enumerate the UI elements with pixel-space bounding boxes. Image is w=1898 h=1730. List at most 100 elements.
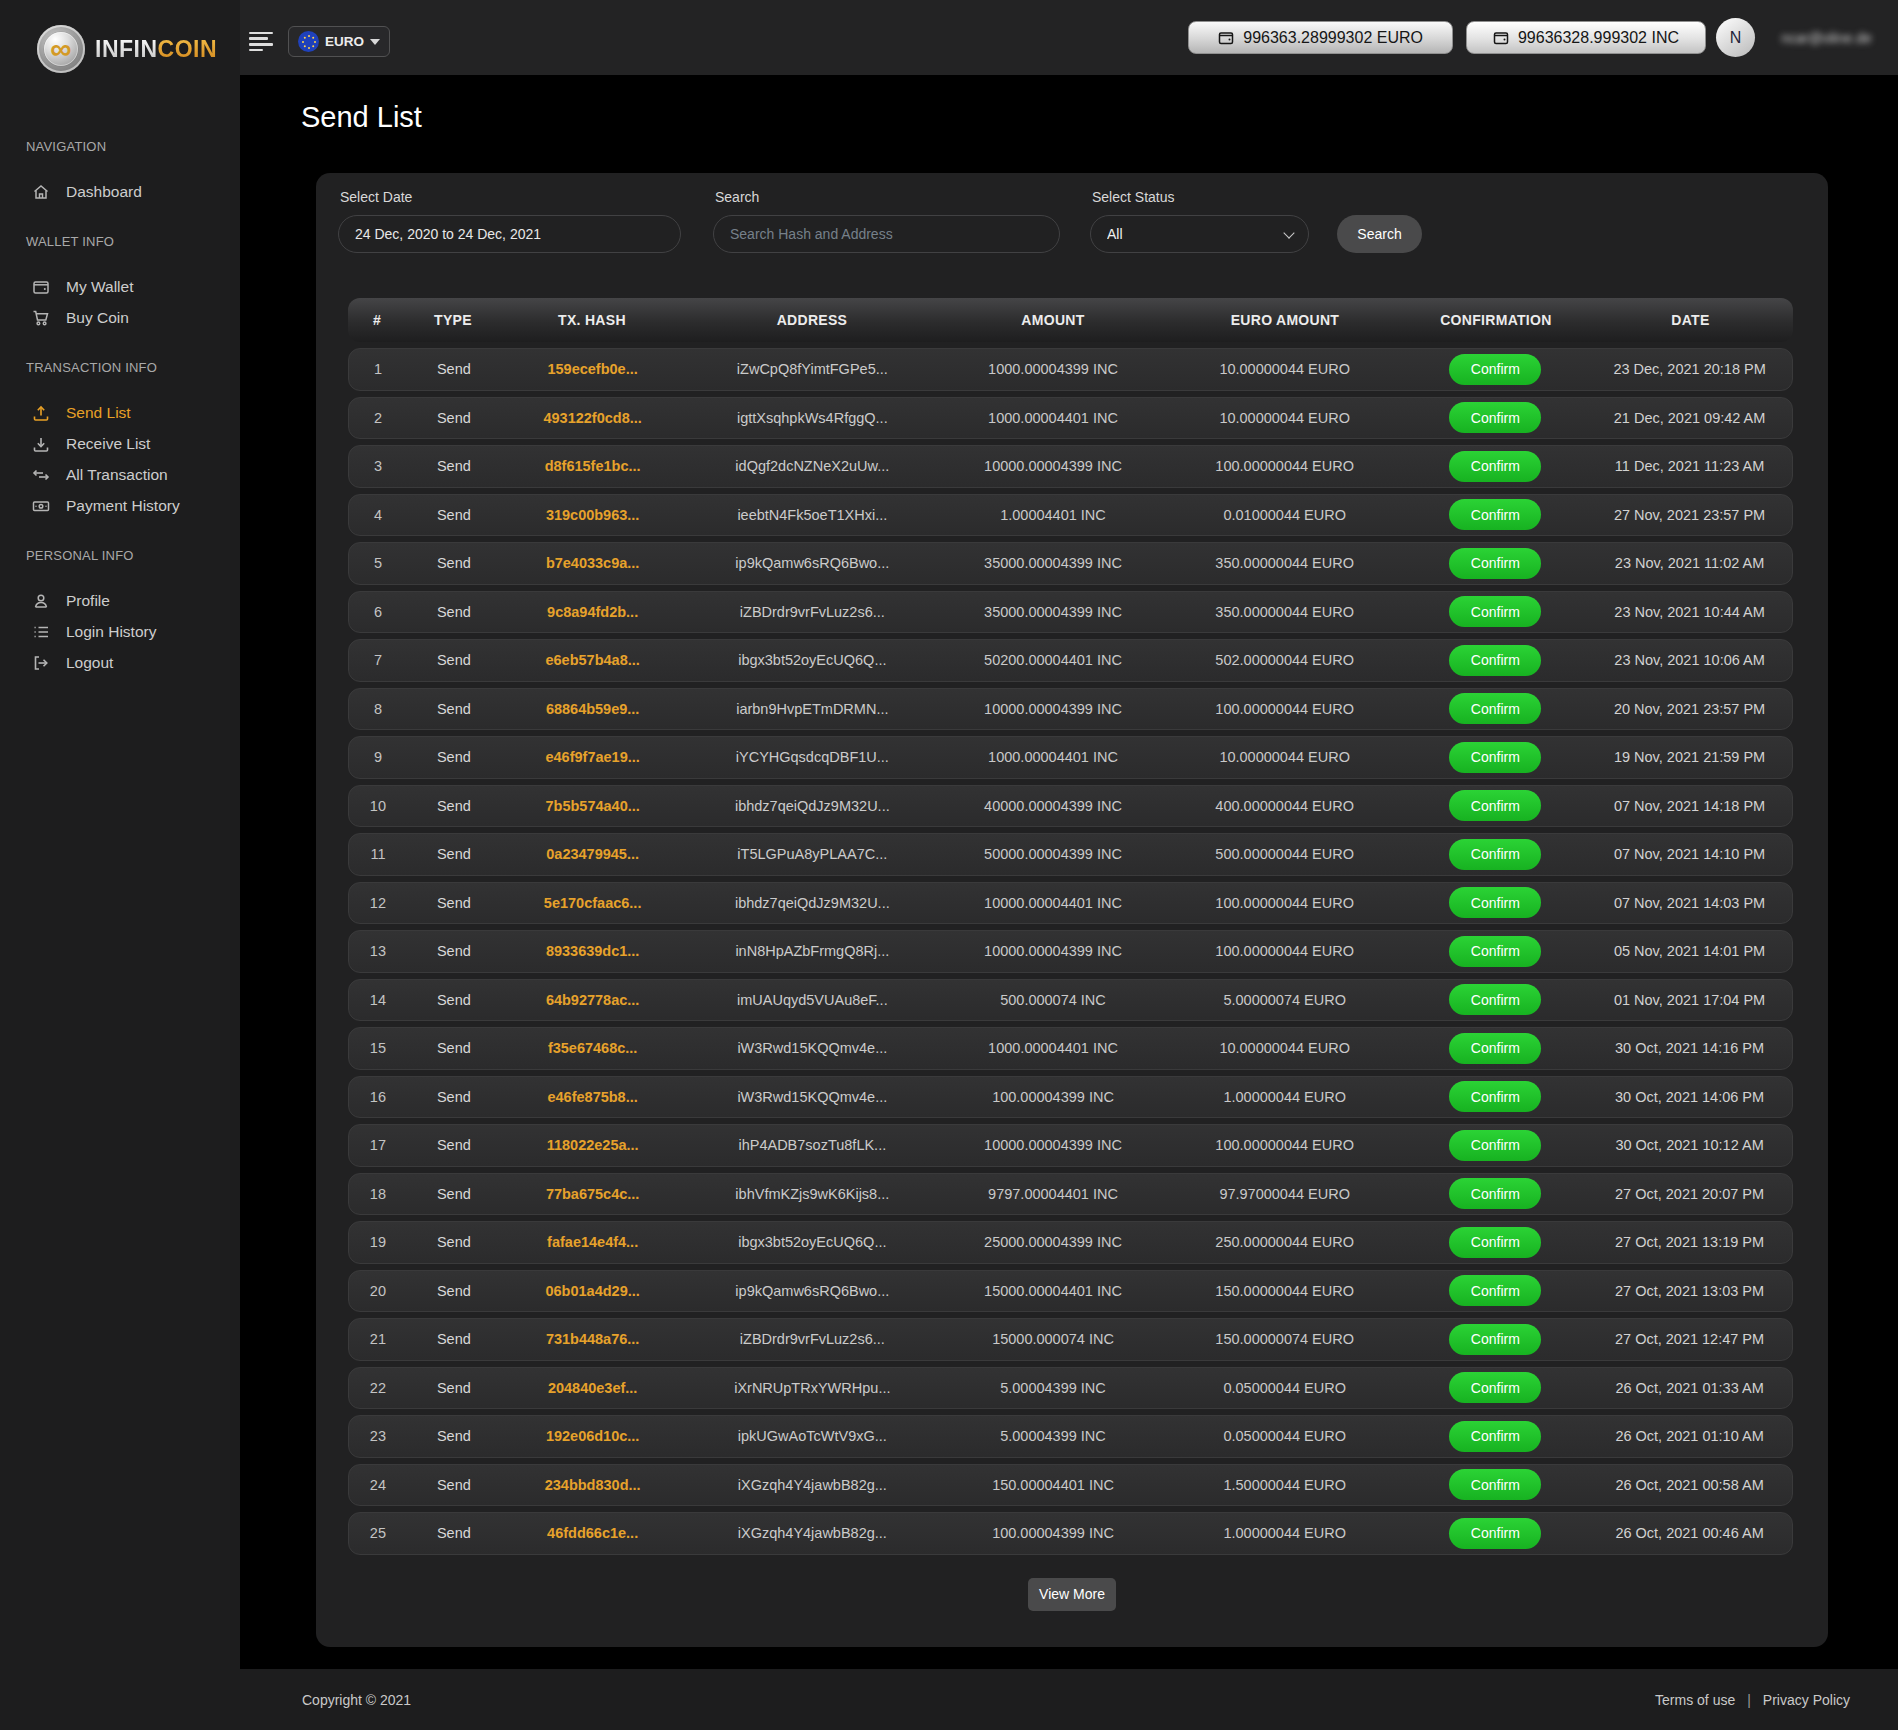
tx-hash-link[interactable]: 68864b59e9...	[501, 701, 685, 717]
confirm-button[interactable]: Confirm	[1449, 1469, 1541, 1500]
table-row: 10Send7b5b574a40...ibhdz7qeiQdJz9M32U...…	[348, 785, 1793, 828]
confirm-button[interactable]: Confirm	[1449, 1081, 1541, 1112]
currency-dropdown[interactable]: EURO	[288, 26, 390, 57]
euro-amount-cell: 97.97000044 EURO	[1166, 1186, 1404, 1202]
search-input[interactable]	[713, 215, 1060, 253]
tx-hash-link[interactable]: 493122f0cd8...	[501, 410, 685, 426]
tx-hash-link[interactable]: 46fdd66c1e...	[501, 1525, 685, 1541]
tx-hash-link[interactable]: d8f615fe1bc...	[501, 458, 685, 474]
table-row: 16Sende46fe875b8...iW3Rwd15KQQmv4e...100…	[348, 1076, 1793, 1119]
confirm-button[interactable]: Confirm	[1449, 839, 1541, 870]
type-cell: Send	[407, 555, 501, 571]
tx-hash-link[interactable]: e6eb57b4a8...	[501, 652, 685, 668]
sidebar-item-profile[interactable]: Profile	[0, 585, 240, 616]
confirm-button[interactable]: Confirm	[1449, 1275, 1541, 1306]
tx-hash-link[interactable]: 118022e25a...	[501, 1137, 685, 1153]
sidebar-item-logout[interactable]: Logout	[0, 647, 240, 678]
tx-hash-link[interactable]: e46f9f7ae19...	[501, 749, 685, 765]
tx-hash-link[interactable]: 204840e3ef...	[501, 1380, 685, 1396]
euro-amount-cell: 1.00000044 EURO	[1166, 1089, 1404, 1105]
row-number: 24	[349, 1477, 407, 1493]
sidebar-item-send-list[interactable]: Send List	[0, 397, 240, 428]
sidebar-item-receive-list[interactable]: Receive List	[0, 428, 240, 459]
address-cell: imUAUqyd5VUAu8eF...	[684, 992, 940, 1008]
confirm-button[interactable]: Confirm	[1449, 1324, 1541, 1355]
address-cell: ibhdz7qeiQdJz9M32U...	[684, 798, 940, 814]
menu-toggle-icon[interactable]	[249, 32, 273, 52]
date-range-input[interactable]	[338, 215, 681, 253]
sidebar-item-my-wallet[interactable]: My Wallet	[0, 271, 240, 302]
confirm-button[interactable]: Confirm	[1449, 645, 1541, 676]
tx-hash-link[interactable]: 06b01a4d29...	[501, 1283, 685, 1299]
status-filter-label: Select Status	[1092, 189, 1309, 206]
tx-hash-link[interactable]: 9c8a94fd2b...	[501, 604, 685, 620]
confirm-button[interactable]: Confirm	[1449, 1518, 1541, 1549]
confirm-button[interactable]: Confirm	[1449, 1227, 1541, 1258]
confirm-button[interactable]: Confirm	[1449, 1372, 1541, 1403]
privacy-link[interactable]: Privacy Policy	[1763, 1692, 1850, 1708]
tx-hash-link[interactable]: 7b5b574a40...	[501, 798, 685, 814]
row-number: 15	[349, 1040, 407, 1056]
sidebar-item-buy-coin[interactable]: Buy Coin	[0, 302, 240, 333]
terms-link[interactable]: Terms of use	[1655, 1692, 1735, 1708]
tx-hash-link[interactable]: fafae14e4f4...	[501, 1234, 685, 1250]
inc-balance-button[interactable]: 99636328.999302 INC	[1466, 21, 1706, 54]
confirm-button[interactable]: Confirm	[1449, 936, 1541, 967]
table-row: 8Send68864b59e9...iarbn9HvpETmDRMN...100…	[348, 688, 1793, 731]
type-cell: Send	[407, 798, 501, 814]
status-select[interactable]: All	[1090, 215, 1309, 253]
confirm-button[interactable]: Confirm	[1449, 354, 1541, 385]
euro-amount-cell: 0.01000044 EURO	[1166, 507, 1404, 523]
tx-hash-link[interactable]: 192e06d10c...	[501, 1428, 685, 1444]
tx-hash-link[interactable]: b7e4033c9a...	[501, 555, 685, 571]
tx-hash-link[interactable]: 234bbd830d...	[501, 1477, 685, 1493]
confirm-button[interactable]: Confirm	[1449, 451, 1541, 482]
confirm-button[interactable]: Confirm	[1449, 499, 1541, 530]
table-row: 18Send77ba675c4c...ibhVfmKZjs9wK6Kijs8..…	[348, 1173, 1793, 1216]
confirm-button[interactable]: Confirm	[1449, 1421, 1541, 1452]
list-icon	[32, 623, 50, 641]
tx-hash-link[interactable]: 5e170cfaac6...	[501, 895, 685, 911]
confirm-button[interactable]: Confirm	[1449, 1178, 1541, 1209]
tx-hash-link[interactable]: f35e67468c...	[501, 1040, 685, 1056]
sidebar-section-items: Send ListReceive ListAll TransactionPaym…	[0, 397, 240, 521]
euro-amount-cell: 500.00000044 EURO	[1166, 846, 1404, 862]
amount-cell: 10000.00004399 INC	[940, 458, 1166, 474]
confirmation-cell: Confirm	[1404, 887, 1588, 918]
tx-hash-link[interactable]: 8933639dc1...	[501, 943, 685, 959]
row-number: 6	[349, 604, 407, 620]
confirm-button[interactable]: Confirm	[1449, 548, 1541, 579]
confirmation-cell: Confirm	[1404, 548, 1588, 579]
avatar[interactable]: N	[1716, 18, 1755, 57]
confirmation-cell: Confirm	[1404, 451, 1588, 482]
sidebar-item-all-transaction[interactable]: All Transaction	[0, 459, 240, 490]
amount-cell: 1000.00004401 INC	[940, 410, 1166, 426]
confirm-button[interactable]: Confirm	[1449, 887, 1541, 918]
tx-hash-link[interactable]: 159ecefb0e...	[501, 361, 685, 377]
amount-cell: 15000.000074 INC	[940, 1331, 1166, 1347]
home-icon	[32, 183, 50, 201]
confirm-button[interactable]: Confirm	[1449, 596, 1541, 627]
tx-hash-link[interactable]: 0a23479945...	[501, 846, 685, 862]
tx-hash-link[interactable]: 77ba675c4c...	[501, 1186, 685, 1202]
tx-hash-link[interactable]: e46fe875b8...	[501, 1089, 685, 1105]
search-button[interactable]: Search	[1337, 215, 1422, 253]
tx-hash-link[interactable]: 731b448a76...	[501, 1331, 685, 1347]
euro-balance-button[interactable]: 996363.28999302 EURO	[1188, 21, 1453, 54]
confirm-button[interactable]: Confirm	[1449, 1130, 1541, 1161]
view-more-button[interactable]: View More	[1028, 1578, 1116, 1611]
person-icon	[32, 592, 50, 610]
sidebar-item-dashboard[interactable]: Dashboard	[0, 176, 240, 207]
tx-hash-link[interactable]: 319c00b963...	[501, 507, 685, 523]
confirm-button[interactable]: Confirm	[1449, 1033, 1541, 1064]
confirm-button[interactable]: Confirm	[1449, 402, 1541, 433]
column-header-address: ADDRESS	[684, 312, 940, 328]
confirm-button[interactable]: Confirm	[1449, 693, 1541, 724]
sidebar-section-transaction-info: TRANSACTION INFO	[26, 359, 240, 377]
tx-hash-link[interactable]: 64b92778ac...	[501, 992, 685, 1008]
confirm-button[interactable]: Confirm	[1449, 984, 1541, 1015]
confirm-button[interactable]: Confirm	[1449, 742, 1541, 773]
confirm-button[interactable]: Confirm	[1449, 790, 1541, 821]
sidebar-item-login-history[interactable]: Login History	[0, 616, 240, 647]
sidebar-item-payment-history[interactable]: Payment History	[0, 490, 240, 521]
